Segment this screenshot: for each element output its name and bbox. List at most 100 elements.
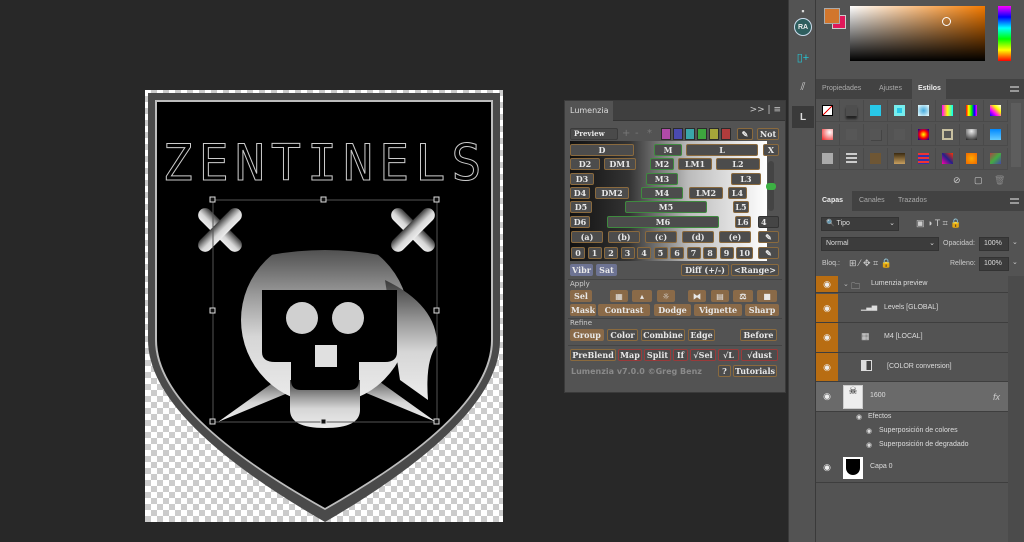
bottom-button[interactable]: √Sel xyxy=(690,349,716,361)
color-swatch[interactable] xyxy=(697,128,707,140)
layer-row[interactable]: ◉ Capa 0 xyxy=(816,453,1008,483)
eyedropper-icon[interactable]: ✎ xyxy=(758,247,779,259)
zone-letter-button[interactable]: (a) xyxy=(571,231,603,243)
color-swatch[interactable] xyxy=(685,128,695,140)
zone-number-button[interactable]: 5 xyxy=(653,247,668,259)
apply-dodge-button[interactable]: Dodge xyxy=(654,304,691,316)
tab-capas[interactable]: Capas xyxy=(816,191,852,211)
slider-value-field[interactable]: 4 xyxy=(758,216,779,228)
zone-button-l2[interactable]: L2 xyxy=(716,158,760,171)
zone-button-dm1[interactable]: DM1 xyxy=(604,158,636,171)
opacity-field[interactable]: 100% xyxy=(979,237,1009,251)
style-swatch[interactable] xyxy=(840,100,864,122)
zone-number-button[interactable]: 4 xyxy=(637,247,651,259)
zone-letter-button[interactable]: (b) xyxy=(608,231,640,243)
hatch-icon[interactable]: ⫽ xyxy=(792,76,814,98)
zone-number-button[interactable]: 2 xyxy=(604,247,618,259)
trash-icon[interactable]: 🗑 xyxy=(994,175,1005,186)
slider-handle[interactable] xyxy=(766,183,776,190)
style-swatch[interactable] xyxy=(816,148,840,170)
zone-button-l[interactable]: L xyxy=(686,144,758,156)
style-swatch[interactable] xyxy=(960,124,984,146)
minus-button[interactable]: - xyxy=(635,128,639,139)
zone-button-lm1[interactable]: LM1 xyxy=(678,158,712,171)
refine-color-button[interactable]: Color xyxy=(607,329,638,341)
style-swatch[interactable] xyxy=(864,124,888,146)
not-button[interactable]: Not xyxy=(757,128,779,140)
expand-icon[interactable]: >> xyxy=(750,105,765,115)
apply-mask-button[interactable]: Mask xyxy=(570,304,596,316)
style-swatch[interactable] xyxy=(888,148,912,170)
bottom-button[interactable]: √dust xyxy=(741,349,778,361)
square-icon[interactable]: ■ xyxy=(757,290,777,302)
zone-button-m2[interactable]: M2 xyxy=(650,158,674,171)
eyedropper-icon[interactable]: ✎ xyxy=(758,231,779,243)
opacity-dropdown[interactable]: ⌄ xyxy=(1012,238,1018,246)
apply-contrast-button[interactable]: Contrast xyxy=(598,304,650,316)
foreground-color[interactable] xyxy=(824,8,840,24)
style-swatch[interactable] xyxy=(984,124,1008,146)
visibility-eye-icon[interactable]: ◉ xyxy=(816,323,838,352)
bottom-button[interactable]: Split xyxy=(644,349,671,361)
refine-before-button[interactable]: Before xyxy=(740,329,777,341)
new-style-icon[interactable]: ▢ xyxy=(974,175,983,186)
effects-eye-icon[interactable]: ◉ xyxy=(856,413,862,421)
vignette-icon[interactable]: ⧓ xyxy=(688,290,706,302)
color-swatch[interactable] xyxy=(661,128,671,140)
visibility-eye-icon[interactable]: ◉ xyxy=(816,453,838,482)
curves-icon[interactable]: ▦ xyxy=(610,290,628,302)
visibility-eye-icon[interactable]: ◉ xyxy=(816,382,838,411)
style-swatch[interactable] xyxy=(912,148,936,170)
tab-propiedades[interactable]: Propiedades xyxy=(816,79,867,99)
layer-row[interactable]: ◉ ☠ fx 1600 xyxy=(816,382,1008,412)
style-swatch[interactable] xyxy=(936,124,960,146)
refine-combine-button[interactable]: Combine xyxy=(641,329,685,341)
style-swatch[interactable] xyxy=(888,100,912,122)
style-swatch[interactable] xyxy=(984,100,1008,122)
zone-button-m3[interactable]: M3 xyxy=(646,172,678,185)
ra-button[interactable]: RA xyxy=(792,16,814,38)
effect-eye-icon[interactable]: ◉ xyxy=(866,441,872,449)
layers-scrollbar[interactable] xyxy=(1008,276,1024,542)
style-swatch[interactable] xyxy=(936,148,960,170)
tab-ajustes[interactable]: Ajustes xyxy=(873,79,908,99)
style-swatch[interactable] xyxy=(840,148,864,170)
bottom-button[interactable]: √L xyxy=(718,349,739,361)
style-swatch[interactable] xyxy=(840,124,864,146)
zone-button-l3[interactable]: L3 xyxy=(731,172,761,185)
zone-number-button[interactable]: 1 xyxy=(587,247,602,259)
zone-number-button[interactable]: 7 xyxy=(686,247,701,259)
style-swatch[interactable] xyxy=(936,100,960,122)
zone-button-l6[interactable]: L6 xyxy=(735,215,751,228)
blend-mode-select[interactable]: Normal ⌄ xyxy=(821,237,939,251)
zone-letter-button[interactable]: (c) xyxy=(645,231,677,243)
color-swatch[interactable] xyxy=(721,128,731,140)
diff-button[interactable]: Diff (+/-) xyxy=(681,264,729,276)
zone-number-button[interactable]: 8 xyxy=(703,247,717,259)
zone-number-button[interactable]: 9 xyxy=(719,247,734,259)
apply-sharp-button[interactable]: Sharp xyxy=(745,304,779,316)
bottom-button[interactable]: If xyxy=(673,349,688,361)
adjust-plus-icon[interactable]: ▯+ xyxy=(792,46,814,68)
zone-button-dm2[interactable]: DM2 xyxy=(595,186,629,199)
preview-select[interactable]: Preview xyxy=(570,128,618,140)
style-swatch[interactable] xyxy=(888,124,912,146)
fill-field[interactable]: 100% xyxy=(979,257,1009,271)
bottom-button[interactable]: PreBlend xyxy=(570,349,616,361)
zone-button-d[interactable]: D xyxy=(570,144,634,156)
zone-button-d4[interactable]: D4 xyxy=(570,186,590,199)
styles-scrollbar[interactable] xyxy=(1011,103,1021,167)
zone-button-m4[interactable]: M4 xyxy=(641,186,683,199)
zone-button-m5[interactable]: M5 xyxy=(625,201,707,214)
zone-number-button[interactable]: 6 xyxy=(670,247,684,259)
style-swatch[interactable] xyxy=(912,100,936,122)
refine-edge-button[interactable]: Edge xyxy=(688,329,715,341)
panel-menu-icon[interactable] xyxy=(1010,198,1019,204)
layer-row[interactable]: ◉ ▦ M4 [LOCAL] xyxy=(816,323,1008,353)
zone-button-d2[interactable]: D2 xyxy=(570,158,600,171)
range-button[interactable]: <Range> xyxy=(731,264,779,276)
style-swatch[interactable] xyxy=(984,148,1008,170)
style-swatch[interactable] xyxy=(864,100,888,122)
filter-icons[interactable]: ▣ ◑ T ⌗ 🔒 xyxy=(916,218,961,229)
layer-row[interactable]: ◉ ⌄ 🗀 Lumenzia preview xyxy=(816,276,1008,293)
